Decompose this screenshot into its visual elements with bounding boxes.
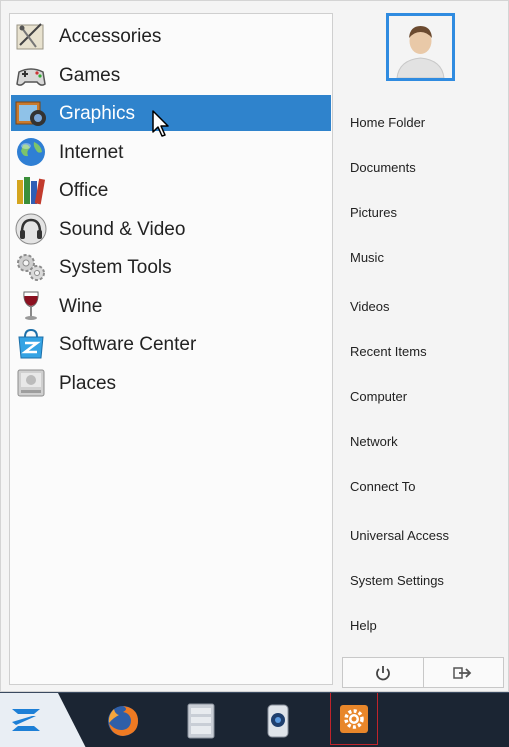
category-label: Places — [59, 372, 117, 394]
category-label: Accessories — [59, 25, 162, 47]
category-system-tools[interactable]: System Tools — [11, 249, 331, 285]
category-label: Sound & Video — [59, 218, 186, 240]
books-icon — [14, 173, 48, 207]
settings-gear-icon — [340, 704, 368, 733]
place-network[interactable]: Network — [350, 435, 398, 448]
category-label: System Tools — [59, 256, 172, 278]
log-out-icon — [453, 666, 472, 679]
graphics-icon — [14, 96, 48, 130]
category-software-center[interactable]: Software Center — [11, 326, 331, 362]
taskbar-settings[interactable] — [330, 693, 378, 745]
log-out-button[interactable] — [422, 658, 504, 687]
category-games[interactable]: Games — [11, 57, 331, 93]
mouse-pointer-icon — [152, 110, 169, 137]
application-menu: Accessories Games Graphics Internet Offi… — [0, 0, 509, 692]
headphones-icon — [14, 212, 48, 246]
category-internet[interactable]: Internet — [11, 134, 331, 170]
category-sound-video[interactable]: Sound & Video — [11, 211, 331, 247]
place-universal-access[interactable]: Universal Access — [350, 529, 449, 542]
firefox-icon — [108, 706, 138, 736]
place-help[interactable]: Help — [350, 619, 377, 632]
place-videos[interactable]: Videos — [350, 300, 390, 313]
camera-icon — [267, 704, 289, 738]
category-label: Wine — [59, 295, 103, 317]
start-menu-button[interactable] — [0, 693, 86, 747]
globe-icon — [14, 135, 48, 169]
wine-glass-icon — [14, 289, 48, 323]
gears-icon — [14, 250, 48, 284]
taskbar-firefox[interactable] — [102, 700, 144, 742]
category-label: Internet — [59, 141, 124, 163]
category-label: Office — [59, 179, 109, 201]
software-center-icon — [14, 327, 48, 361]
place-music[interactable]: Music — [350, 251, 384, 264]
taskbar-file-manager[interactable] — [180, 700, 222, 742]
taskbar-camera[interactable] — [257, 700, 299, 742]
place-computer[interactable]: Computer — [350, 390, 407, 403]
category-accessories[interactable]: Accessories — [11, 18, 331, 54]
category-office[interactable]: Office — [11, 172, 331, 208]
place-system-settings[interactable]: System Settings — [350, 574, 444, 587]
power-button[interactable] — [343, 658, 423, 687]
category-label: Games — [59, 64, 121, 86]
place-home-folder[interactable]: Home Folder — [350, 116, 425, 129]
category-label: Software Center — [59, 333, 197, 355]
category-label: Graphics — [59, 102, 136, 124]
taskbar — [0, 692, 509, 747]
place-connect-to[interactable]: Connect To — [350, 480, 416, 493]
zorin-logo-icon — [12, 709, 40, 731]
user-icon — [389, 16, 452, 78]
session-buttons — [342, 657, 504, 688]
category-places[interactable]: Places — [11, 365, 331, 401]
place-recent-items[interactable]: Recent Items — [350, 345, 427, 358]
place-pictures[interactable]: Pictures — [350, 206, 397, 219]
power-icon — [375, 665, 390, 680]
file-manager-icon — [187, 703, 215, 739]
user-avatar[interactable] — [386, 13, 455, 81]
category-wine[interactable]: Wine — [11, 288, 331, 324]
place-documents[interactable]: Documents — [350, 161, 416, 174]
accessories-icon — [14, 19, 48, 53]
gamepad-icon — [14, 58, 48, 92]
drive-icon — [14, 366, 48, 400]
